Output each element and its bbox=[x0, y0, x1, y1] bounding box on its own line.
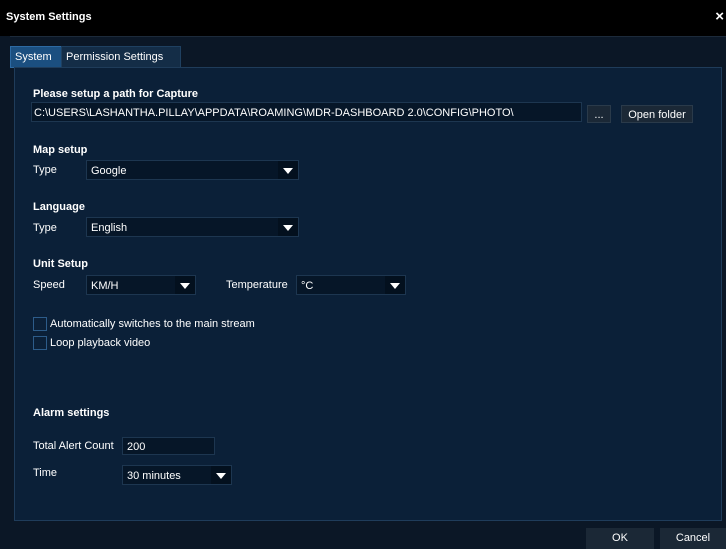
window-edge bbox=[0, 36, 10, 549]
close-icon[interactable]: × bbox=[715, 8, 724, 25]
capture-path-field[interactable]: C:\USERS\LASHANTHA.PILLAY\APPDATA\ROAMIN… bbox=[31, 102, 582, 122]
auto-switch-main-stream-checkbox[interactable] bbox=[33, 317, 47, 331]
language-type-label: Type bbox=[33, 222, 57, 234]
speed-label: Speed bbox=[33, 279, 65, 291]
alarm-time-select[interactable]: 30 minutes bbox=[122, 465, 232, 485]
open-folder-button[interactable]: Open folder bbox=[621, 105, 693, 123]
map-type-label: Type bbox=[33, 164, 57, 176]
tab-permission-settings-label: Permission Settings bbox=[66, 51, 164, 63]
map-type-select[interactable]: Google bbox=[86, 160, 299, 180]
tab-permission-settings[interactable]: Permission Settings bbox=[61, 46, 181, 68]
auto-switch-main-stream-label: Automatically switches to the main strea… bbox=[50, 318, 255, 330]
map-setup-heading: Map setup bbox=[33, 144, 88, 156]
chevron-down-icon bbox=[385, 276, 405, 294]
temperature-label: Temperature bbox=[226, 279, 288, 291]
language-type-select[interactable]: English bbox=[86, 217, 299, 237]
time-label: Time bbox=[33, 467, 58, 479]
total-alert-count-label: Total Alert Count bbox=[33, 440, 114, 452]
language-type-value: English bbox=[91, 222, 128, 234]
speed-unit-value: KM/H bbox=[91, 280, 119, 292]
speed-unit-select[interactable]: KM/H bbox=[86, 275, 196, 295]
total-alert-count-input[interactable]: 200 bbox=[122, 437, 215, 455]
alarm-settings-heading: Alarm settings bbox=[33, 407, 110, 419]
title-bar: System Settings × bbox=[0, 0, 726, 37]
loop-playback-label: Loop playback video bbox=[50, 337, 151, 349]
temperature-unit-value: °C bbox=[301, 280, 314, 292]
tab-system-label: System bbox=[15, 51, 52, 63]
map-type-value: Google bbox=[91, 165, 127, 177]
browse-button[interactable]: ... bbox=[587, 105, 611, 123]
alarm-time-value: 30 minutes bbox=[127, 470, 181, 482]
language-heading: Language bbox=[33, 201, 85, 213]
loop-playback-checkbox[interactable] bbox=[33, 336, 47, 350]
ok-button[interactable]: OK bbox=[586, 528, 654, 549]
temperature-unit-select[interactable]: °C bbox=[296, 275, 406, 295]
chevron-down-icon bbox=[278, 161, 298, 179]
cancel-button[interactable]: Cancel bbox=[660, 528, 726, 549]
system-settings-dialog: System Settings × System Permission Sett… bbox=[0, 0, 726, 549]
chevron-down-icon bbox=[278, 218, 298, 236]
window-title: System Settings bbox=[6, 11, 92, 23]
capture-heading: Please setup a path for Capture bbox=[33, 88, 199, 100]
chevron-down-icon bbox=[211, 466, 231, 484]
chevron-down-icon bbox=[175, 276, 195, 294]
unit-setup-heading: Unit Setup bbox=[33, 258, 88, 270]
